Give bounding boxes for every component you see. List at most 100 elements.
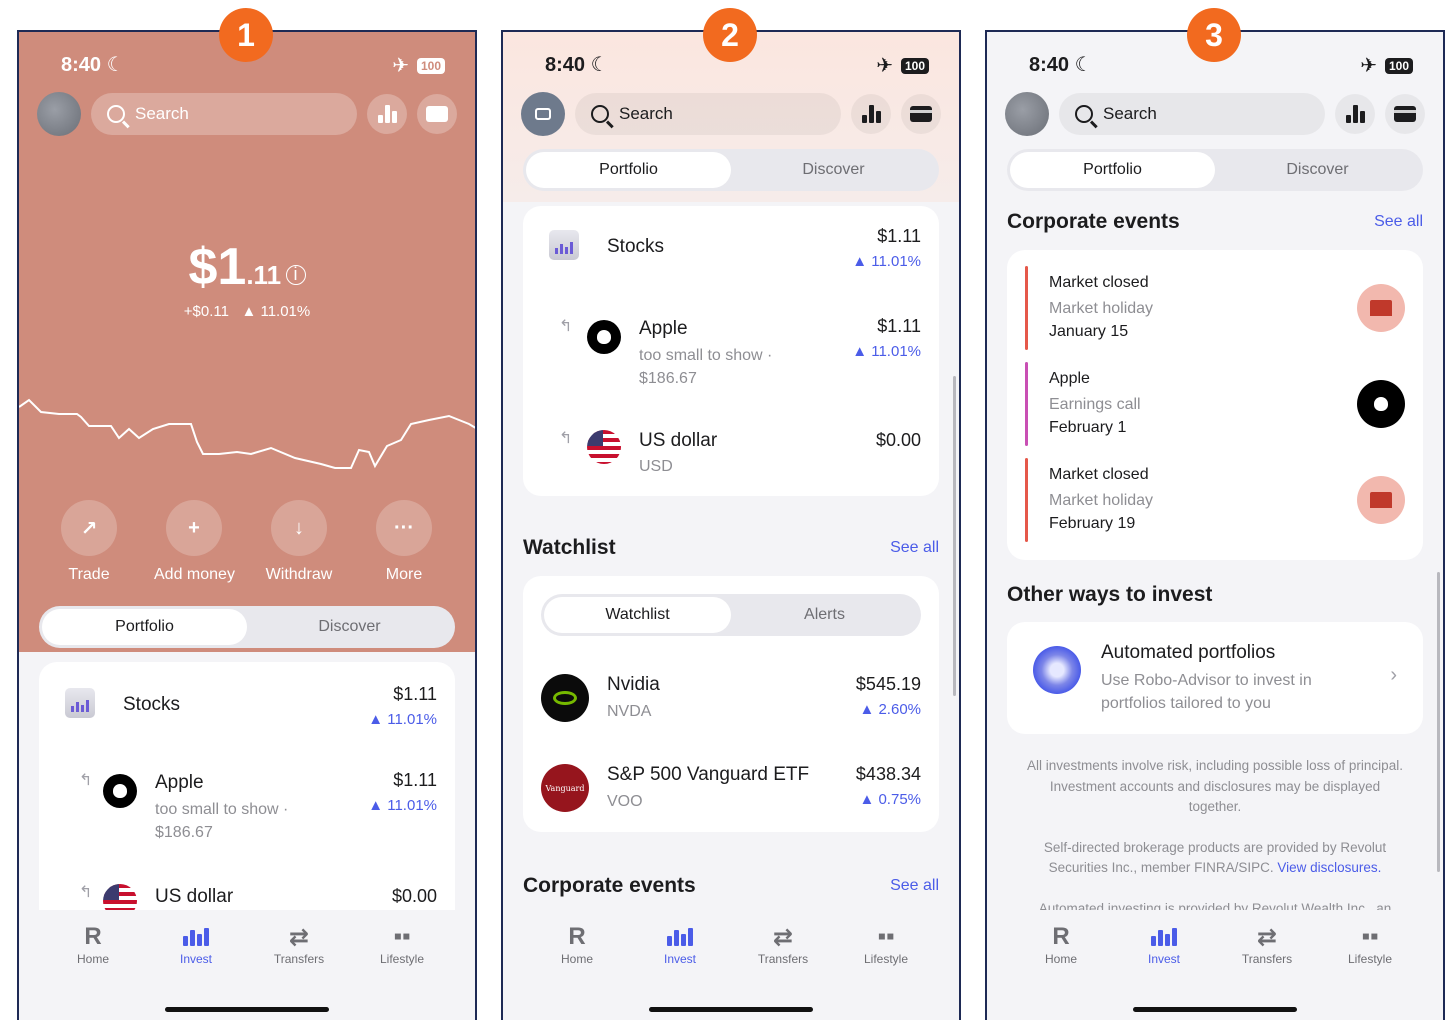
- tab-transfers[interactable]: ⇄ Transfers: [1227, 922, 1307, 967]
- tab-invest[interactable]: Invest: [156, 922, 236, 966]
- cards-button[interactable]: [901, 94, 941, 134]
- search-input[interactable]: Search: [1059, 93, 1325, 135]
- trend-up-icon: ↗: [61, 500, 117, 556]
- step-badge-2: 2: [703, 8, 757, 62]
- tab-home[interactable]: R Home: [53, 922, 133, 966]
- section-title-watchlist: Watchlist: [523, 536, 616, 559]
- tab-transfers[interactable]: ⇄ Transfers: [743, 922, 823, 967]
- event-date: February 1: [1049, 419, 1127, 436]
- stocks-icon: [65, 688, 95, 718]
- top-bar: Search: [37, 92, 457, 136]
- tab-watchlist[interactable]: Watchlist: [544, 597, 731, 633]
- tab-discover[interactable]: Discover: [247, 609, 452, 645]
- revolut-r-icon: R: [84, 923, 102, 950]
- vanguard-logo-icon: Vanguard: [541, 764, 589, 812]
- portfolio-discover-switch[interactable]: Portfolio Discover: [1007, 149, 1423, 191]
- home-indicator[interactable]: [165, 1007, 329, 1012]
- apple-logo-icon: [103, 774, 137, 808]
- automated-portfolios-card[interactable]: Automated portfolios Use Robo-Advisor to…: [1007, 622, 1423, 734]
- tab-alerts[interactable]: Alerts: [731, 597, 918, 633]
- corporate-event-item[interactable]: Market closed Market holiday February 19: [1007, 458, 1423, 544]
- transfers-icon: ⇄: [1256, 923, 1278, 951]
- watchlist-change: ▲ 0.75%: [859, 791, 921, 808]
- holding-name: Apple: [639, 318, 688, 339]
- corporate-see-all-link[interactable]: See all: [890, 877, 939, 895]
- tab-invest[interactable]: Invest: [1124, 922, 1204, 966]
- tab-lifestyle[interactable]: ▪▪ Lifestyle: [846, 922, 926, 966]
- watchlist-change: ▲ 2.60%: [859, 701, 921, 718]
- search-input[interactable]: Search: [575, 93, 841, 135]
- transfers-icon: ⇄: [288, 923, 310, 951]
- watchlist-name: Nvidia: [607, 674, 660, 695]
- tab-invest[interactable]: Invest: [640, 922, 720, 966]
- airplane-icon: ✈: [392, 55, 409, 77]
- portfolio-discover-switch[interactable]: Portfolio Discover: [39, 606, 455, 648]
- scrollbar[interactable]: [1437, 572, 1440, 872]
- arrow-down-icon: ↓: [271, 500, 327, 556]
- corporate-see-all-link[interactable]: See all: [1374, 213, 1423, 231]
- apple-logo-icon: [587, 320, 621, 354]
- holding-price: $186.67: [639, 370, 697, 387]
- action-label: Add money: [154, 566, 235, 583]
- tab-lifestyle[interactable]: ▪▪ Lifestyle: [1330, 922, 1410, 966]
- battery-icon: 100: [900, 57, 929, 74]
- scrollbar[interactable]: [953, 376, 956, 696]
- analytics-button[interactable]: [367, 94, 407, 134]
- tab-portfolio[interactable]: Portfolio: [526, 152, 731, 188]
- home-indicator[interactable]: [649, 1007, 813, 1012]
- action-withdraw-button[interactable]: ↓ Withdraw: [259, 500, 339, 584]
- corporate-event-item[interactable]: Market closed Market holiday January 15: [1007, 266, 1423, 352]
- info-icon[interactable]: i: [285, 265, 306, 285]
- invest-icon: [1124, 922, 1204, 952]
- search-icon: [1075, 105, 1093, 123]
- tab-portfolio[interactable]: Portfolio: [42, 609, 247, 645]
- portfolio-discover-switch[interactable]: Portfolio Discover: [523, 149, 939, 191]
- watchlist-alerts-switch[interactable]: Watchlist Alerts: [541, 594, 921, 636]
- watchlist-item-nvda[interactable]: Nvidia NVDA $545.19 ▲ 2.60%: [523, 672, 939, 728]
- home-indicator[interactable]: [1133, 1007, 1297, 1012]
- search-input[interactable]: Search: [91, 93, 357, 135]
- corporate-event-item[interactable]: Apple Earnings call February 1: [1007, 362, 1423, 448]
- action-label: More: [385, 566, 423, 583]
- avatar[interactable]: [1005, 92, 1049, 136]
- holding-usd[interactable]: ↰ US dollar USD $0.00: [523, 428, 939, 478]
- tab-portfolio[interactable]: Portfolio: [1010, 152, 1215, 188]
- revolut-r-icon: R: [568, 923, 586, 950]
- tab-bar: R Home Invest ⇄ Transfers ▪▪ Lifestyle: [19, 910, 475, 1020]
- tab-label: Home: [76, 952, 109, 966]
- holding-apple[interactable]: ↰ Apple too small to show · $186.67 $1.1…: [523, 316, 939, 396]
- action-more-button[interactable]: ··· More: [364, 500, 444, 584]
- camera-button[interactable]: [521, 92, 565, 136]
- holding-stocks[interactable]: Stocks $1.11 ▲ 11.01%: [523, 226, 939, 286]
- invest-icon: [640, 922, 720, 952]
- stocks-icon: [549, 230, 579, 260]
- tab-label: Transfers: [1241, 952, 1293, 966]
- analytics-button[interactable]: [851, 94, 891, 134]
- holdings-panel: Stocks $1.11 ▲ 11.01% ↰ Apple too small …: [523, 206, 939, 496]
- holding-stocks[interactable]: Stocks $1.11 ▲ 11.01%: [39, 684, 455, 744]
- tab-transfers[interactable]: ⇄ Transfers: [259, 922, 339, 967]
- watchlist-see-all-link[interactable]: See all: [890, 539, 939, 557]
- analytics-button[interactable]: [1335, 94, 1375, 134]
- tab-discover[interactable]: Discover: [731, 152, 936, 188]
- tab-lifestyle[interactable]: ▪▪ Lifestyle: [362, 922, 442, 966]
- revolut-r-icon: R: [1052, 923, 1070, 950]
- avatar[interactable]: [37, 92, 81, 136]
- watchlist-item-voo[interactable]: Vanguard S&P 500 Vanguard ETF VOO $438.3…: [523, 762, 939, 818]
- action-add-money-button[interactable]: + Add money: [154, 500, 235, 584]
- section-title-corporate-events: Corporate events: [1007, 210, 1180, 233]
- tab-home[interactable]: R Home: [1021, 922, 1101, 966]
- view-disclosures-link[interactable]: View disclosures.: [1277, 860, 1381, 875]
- action-trade-button[interactable]: ↗ Trade: [49, 500, 129, 584]
- holding-apple[interactable]: ↰ Apple too small to show · $186.67 $1.1…: [39, 770, 455, 850]
- disclaimer: All investments involve risk, including …: [1027, 758, 1403, 916]
- tab-home[interactable]: R Home: [537, 922, 617, 966]
- cards-button[interactable]: [417, 94, 457, 134]
- top-bar: Search: [521, 92, 941, 136]
- balance-line-chart: [19, 398, 475, 469]
- watchlist-ticker: NVDA: [607, 703, 652, 720]
- cards-button[interactable]: [1385, 94, 1425, 134]
- automated-portfolios-desc: portfolios tailored to you: [1101, 695, 1271, 712]
- top-bar: Search: [1005, 92, 1425, 136]
- tab-discover[interactable]: Discover: [1215, 152, 1420, 188]
